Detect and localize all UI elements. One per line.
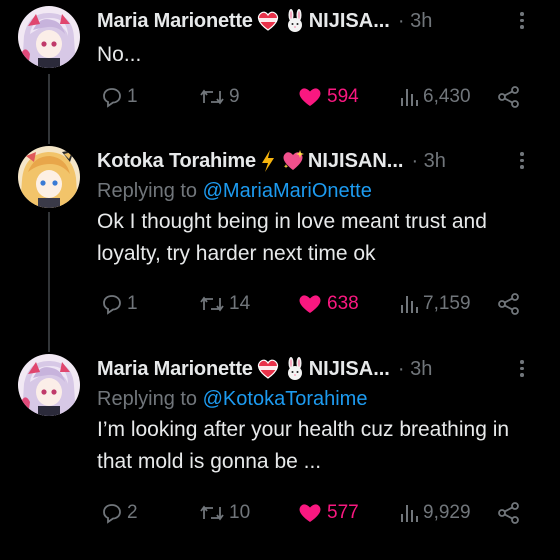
share-button[interactable] [496, 289, 525, 319]
heart-ribbon-icon [256, 358, 280, 380]
avatar[interactable] [18, 354, 80, 416]
replying-to: Replying to @KotokaTorahime [97, 384, 546, 414]
reply-button[interactable]: 1 [100, 289, 138, 319]
retweet-icon [200, 89, 224, 105]
views-button[interactable]: 9,929 [398, 498, 471, 528]
tweet-actions: 1 14 638 7,159 [100, 289, 530, 319]
reply-count: 1 [127, 86, 138, 107]
views-button[interactable]: 7,159 [398, 289, 471, 319]
like-button[interactable]: 594 [296, 82, 359, 112]
like-button[interactable]: 577 [296, 498, 359, 528]
more-icon[interactable] [520, 152, 524, 172]
retweet-button[interactable]: 14 [198, 289, 250, 319]
retweet-icon [200, 505, 224, 521]
display-name[interactable]: Maria Marionette [97, 358, 253, 381]
avatar[interactable] [18, 146, 80, 208]
retweet-button[interactable]: 9 [198, 82, 240, 112]
share-icon [498, 502, 519, 524]
more-icon[interactable] [520, 12, 524, 32]
retweet-button[interactable]: 10 [198, 498, 250, 528]
reply-count: 1 [127, 293, 138, 314]
retweet-count: 9 [229, 86, 240, 107]
view-count: 9,929 [423, 502, 471, 523]
view-count: 6,430 [423, 86, 471, 107]
reply-icon [103, 295, 121, 315]
tweet-header: Kotoka Torahime NIJISAN... · 3h [97, 146, 546, 176]
rabbit-icon [283, 9, 307, 33]
name-suffix: NIJISAN... [307, 149, 404, 172]
like-button[interactable]: 638 [296, 289, 359, 319]
tweet[interactable]: Kotoka Torahime NIJISAN... · 3h Replying… [0, 143, 560, 353]
timestamp[interactable]: · 3h [398, 358, 432, 381]
name-suffix: NIJISA... [308, 357, 390, 380]
mention-link[interactable]: @KotokaTorahime [203, 388, 368, 410]
reply-button[interactable]: 1 [100, 82, 138, 112]
like-count: 577 [327, 502, 359, 523]
reply-icon [103, 504, 121, 524]
share-icon [498, 293, 519, 315]
tweet[interactable]: Maria Marionette NIJISA... · 3h Replying… [0, 351, 560, 560]
tweet-header: Maria Marionette NIJISA... · 3h [97, 354, 546, 384]
views-icon [401, 296, 418, 313]
rabbit-icon [283, 357, 307, 381]
display-name[interactable]: Maria Marionette [97, 10, 253, 33]
views-icon [401, 505, 418, 522]
retweet-icon [200, 296, 224, 312]
view-count: 7,159 [423, 293, 471, 314]
heart-icon [299, 88, 321, 106]
timestamp[interactable]: · 3h [398, 10, 432, 33]
mention-link[interactable]: @MariaMariOnette [203, 180, 372, 202]
tweet-header: Maria Marionette NIJISA... · 3h [97, 6, 546, 36]
display-name[interactable]: Kotoka Torahime [97, 150, 256, 173]
like-count: 594 [327, 86, 359, 107]
retweet-count: 10 [229, 502, 251, 523]
retweet-count: 14 [229, 293, 251, 314]
views-button[interactable]: 6,430 [398, 82, 471, 112]
like-count: 638 [327, 293, 359, 314]
avatar[interactable] [18, 6, 80, 68]
heart-icon [299, 295, 321, 313]
tweet-text: I’m looking after your health cuz breath… [97, 418, 510, 473]
replying-label: Replying to [97, 180, 198, 202]
tweet-actions: 1 9 594 6,430 [100, 82, 530, 112]
share-button[interactable] [496, 498, 525, 528]
more-icon[interactable] [520, 360, 524, 380]
tweet-actions: 2 10 577 9,929 [100, 498, 530, 528]
replying-to: Replying to @MariaMariOnette [97, 176, 546, 206]
share-icon [498, 86, 519, 108]
heart-ribbon-icon [256, 10, 280, 32]
replying-label: Replying to [97, 388, 198, 410]
heart-icon [299, 504, 321, 522]
reply-icon [103, 88, 121, 108]
tweet-text: No... [97, 43, 142, 66]
name-suffix: NIJISA... [308, 9, 390, 32]
views-icon [401, 89, 418, 106]
reply-button[interactable]: 2 [100, 498, 138, 528]
timestamp[interactable]: · 3h [411, 150, 445, 173]
tweet-text: Ok I thought being in love meant trust a… [97, 210, 487, 265]
lightning-icon [259, 149, 277, 173]
sparkling-heart-icon [280, 149, 306, 173]
share-button[interactable] [496, 82, 525, 112]
reply-count: 2 [127, 502, 138, 523]
tweet[interactable]: Maria Marionette NIJISA... · 3h No... 1 … [0, 0, 560, 140]
